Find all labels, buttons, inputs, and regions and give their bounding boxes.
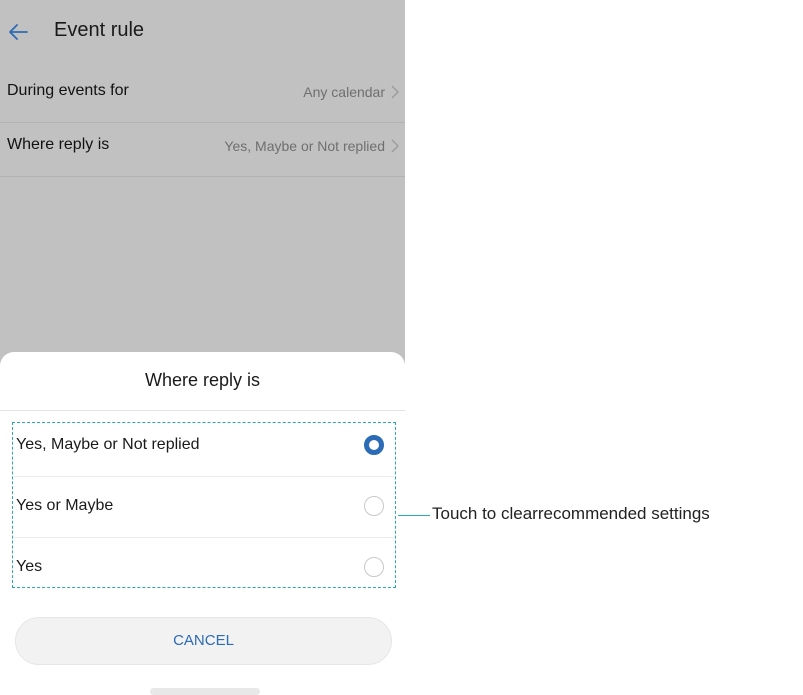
chevron-right-icon — [391, 139, 399, 153]
divider — [0, 410, 405, 411]
option-yes-or-maybe[interactable]: Yes or Maybe — [14, 477, 394, 537]
page-title: Event rule — [54, 19, 145, 41]
app-bar: Event rule — [0, 0, 405, 66]
sheet-title: Where reply is — [144, 370, 261, 390]
radio-selected-icon[interactable] — [364, 435, 384, 455]
callout-text: Touch to clearrecommended settings — [432, 504, 710, 523]
cancel-button[interactable]: CANCEL — [15, 617, 392, 665]
radio-unselected-icon[interactable] — [364, 496, 384, 516]
setting-label: During events for — [7, 82, 129, 99]
option-yes[interactable]: Yes — [14, 538, 394, 598]
chevron-right-icon — [391, 85, 399, 99]
option-label: Yes or Maybe — [16, 497, 114, 514]
home-indicator — [150, 688, 260, 695]
option-label: Yes — [16, 558, 43, 575]
radio-unselected-icon[interactable] — [364, 557, 384, 577]
arrow-left-icon[interactable] — [6, 20, 30, 44]
option-label: Yes, Maybe or Not replied — [16, 436, 200, 453]
setting-label: Where reply is — [7, 136, 110, 153]
setting-value: Any calendar — [303, 84, 385, 100]
option-yes-maybe-not-replied[interactable]: Yes, Maybe or Not replied — [14, 416, 394, 476]
setting-row-during-events[interactable]: During events for Any calendar — [0, 64, 405, 123]
setting-row-where-reply[interactable]: Where reply is Yes, Maybe or Not replied — [0, 118, 405, 177]
callout-line — [398, 515, 430, 516]
setting-value: Yes, Maybe or Not replied — [224, 138, 385, 154]
phone-screen: Event rule During events for Any calenda… — [0, 0, 405, 695]
